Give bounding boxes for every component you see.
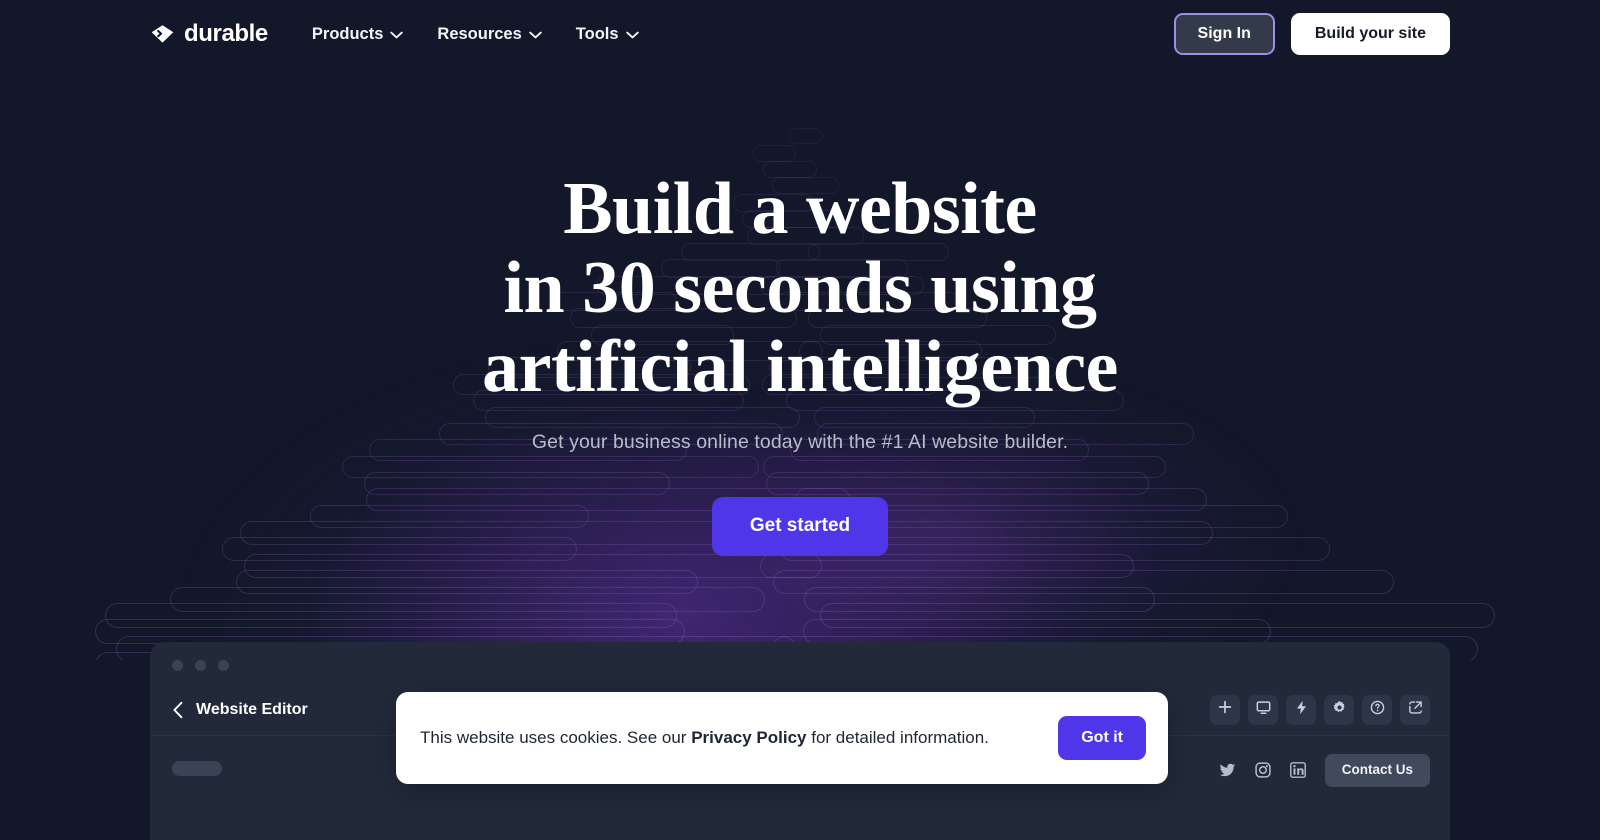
nav-item-products[interactable]: Products	[312, 25, 404, 44]
privacy-policy-link[interactable]: Privacy Policy	[691, 728, 806, 747]
hero-subtitle: Get your business online today with the …	[531, 431, 1069, 453]
chevron-down-icon	[625, 25, 639, 44]
nav-label: Resources	[437, 24, 522, 43]
cookie-text-before: This website uses cookies. See our	[420, 728, 692, 747]
hero-section: Build a website in 30 seconds using arti…	[0, 0, 1600, 556]
window-dot-close[interactable]	[172, 660, 183, 671]
page-root: durable Products Resources Tools Sign In…	[0, 0, 1600, 840]
linkedin-icon[interactable]	[1289, 762, 1306, 779]
hero-title-line-2: in 30 seconds using	[503, 247, 1097, 329]
sign-in-button[interactable]: Sign In	[1173, 13, 1275, 55]
page-title: Build a website in 30 seconds using arti…	[0, 170, 1600, 407]
chevron-down-icon	[529, 25, 542, 44]
header-actions: Sign In Build your site	[1173, 13, 1450, 55]
brand-logo[interactable]: durable	[150, 22, 268, 46]
plus-icon	[1218, 700, 1232, 719]
got-it-button[interactable]: Got it	[1058, 716, 1146, 760]
content-placeholder	[172, 761, 222, 776]
add-element-button[interactable]	[1210, 694, 1240, 725]
settings-button[interactable]	[1324, 694, 1354, 725]
editor-tool-buttons	[1210, 694, 1430, 725]
hero-title-line-3: artificial intelligence	[482, 326, 1118, 408]
window-traffic-lights	[150, 642, 1450, 671]
gear-icon	[1332, 700, 1347, 720]
nav-label: Tools	[575, 24, 619, 43]
diamond-gem-icon	[150, 24, 175, 44]
editor-title: Website Editor	[196, 700, 308, 718]
desktop-preview-button[interactable]	[1248, 694, 1278, 725]
quick-actions-button[interactable]	[1286, 694, 1316, 725]
main-nav: Products Resources Tools	[312, 25, 639, 44]
instagram-icon[interactable]	[1255, 762, 1271, 779]
nav-item-resources[interactable]: Resources	[437, 24, 542, 44]
get-started-button[interactable]: Get started	[711, 497, 889, 556]
external-link-icon	[1408, 700, 1423, 720]
cookie-consent-banner: This website uses cookies. See our Priva…	[396, 692, 1168, 784]
cookie-text-after: for detailed information.	[806, 728, 989, 747]
hero-title-line-1: Build a website	[563, 168, 1037, 250]
build-your-site-button[interactable]: Build your site	[1290, 13, 1450, 55]
help-button[interactable]	[1362, 694, 1392, 725]
editor-footer-actions: Contact Us	[1219, 754, 1430, 787]
nav-label: Products	[311, 24, 384, 43]
cookie-banner-text: This website uses cookies. See our Priva…	[420, 728, 989, 748]
window-dot-minimize[interactable]	[195, 660, 206, 671]
monitor-icon	[1256, 700, 1271, 720]
twitter-icon[interactable]	[1219, 763, 1236, 778]
question-circle-icon	[1370, 700, 1385, 720]
open-external-button[interactable]	[1400, 694, 1430, 725]
contact-us-button[interactable]: Contact Us	[1324, 754, 1430, 787]
brand-name: durable	[184, 20, 268, 47]
lightning-bolt-icon	[1295, 700, 1308, 720]
site-header: durable Products Resources Tools Sign In…	[0, 0, 1600, 68]
window-dot-maximize[interactable]	[218, 660, 229, 671]
chevron-down-icon	[390, 25, 404, 44]
chevron-left-icon[interactable]	[172, 701, 196, 719]
nav-item-tools[interactable]: Tools	[576, 25, 639, 44]
